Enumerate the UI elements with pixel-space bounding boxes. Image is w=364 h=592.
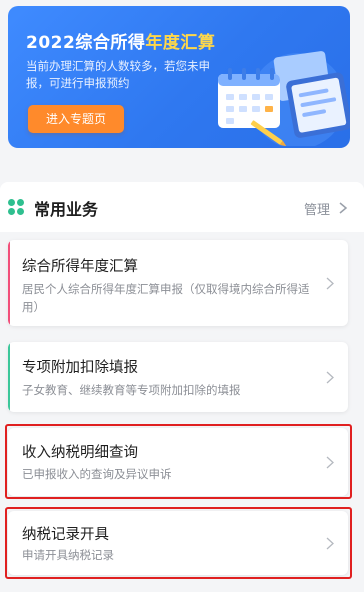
chevron-right-icon bbox=[326, 456, 334, 469]
chevron-right-icon[interactable] bbox=[338, 202, 348, 214]
banner-title-prefix: 2022综合所得 bbox=[26, 33, 146, 53]
banner-subtitle: 当前办理汇算的人数较多，若您未申报，可进行申报预约 bbox=[26, 59, 210, 90]
common-services-header: 常用业务 管理 bbox=[0, 182, 364, 232]
service-card-tax-record[interactable]: 纳税记录开具 申请开具纳税记录 bbox=[8, 511, 348, 575]
service-card-annual-settlement[interactable]: 综合所得年度汇算 居民个人综合所得年度汇算申报（仅取得境内综合所得适用） bbox=[8, 240, 348, 326]
card-accent-bar bbox=[8, 428, 10, 496]
card-title: 纳税记录开具 bbox=[22, 527, 109, 543]
app-page: 2022综合所得年度汇算 当前办理汇算的人数较多，若您未申报，可进行申报预约 进… bbox=[0, 0, 364, 592]
card-description: 居民个人综合所得年度汇算申报（仅取得境内综合所得适用） bbox=[22, 282, 310, 314]
chevron-right-icon bbox=[326, 371, 334, 384]
card-title: 专项附加扣除填报 bbox=[22, 360, 138, 376]
card-accent-bar bbox=[8, 240, 10, 326]
clover-icon bbox=[8, 199, 24, 215]
banner-title-highlight: 年度汇算 bbox=[145, 33, 216, 53]
banner-title: 2022综合所得年度汇算 bbox=[26, 28, 215, 53]
calendar-document-illustration bbox=[218, 51, 350, 146]
manage-link[interactable]: 管理 bbox=[304, 199, 330, 218]
service-card-income-tax-query[interactable]: 收入纳税明细查询 已申报收入的查询及异议申诉 bbox=[8, 428, 348, 496]
section-title: 常用业务 bbox=[34, 200, 99, 219]
card-accent-bar bbox=[8, 511, 10, 575]
card-description: 已申报收入的查询及异议申诉 bbox=[22, 467, 172, 481]
service-card-special-deduction[interactable]: 专项附加扣除填报 子女教育、继续教育等专项附加扣除的填报 bbox=[8, 342, 348, 412]
chevron-right-icon bbox=[326, 277, 334, 290]
chevron-right-icon bbox=[326, 537, 334, 550]
card-description: 子女教育、继续教育等专项附加扣除的填报 bbox=[22, 383, 241, 397]
card-accent-bar bbox=[8, 342, 10, 412]
card-title: 综合所得年度汇算 bbox=[22, 259, 138, 275]
enter-topic-page-button[interactable]: 进入专题页 bbox=[28, 105, 124, 133]
annual-settlement-banner[interactable]: 2022综合所得年度汇算 当前办理汇算的人数较多，若您未申报，可进行申报预约 进… bbox=[8, 6, 350, 148]
card-title: 收入纳税明细查询 bbox=[22, 445, 138, 461]
card-description: 申请开具纳税记录 bbox=[22, 548, 114, 562]
